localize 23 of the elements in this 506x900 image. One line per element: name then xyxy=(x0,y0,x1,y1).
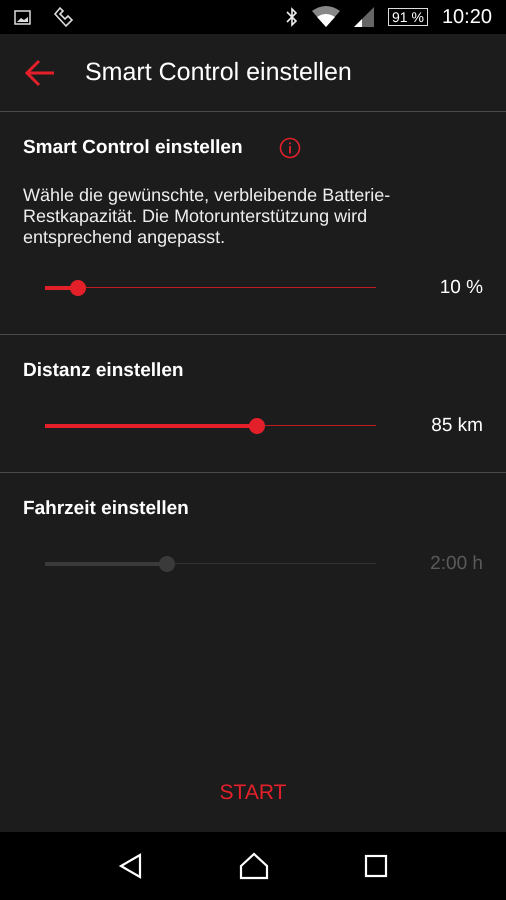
home-icon[interactable] xyxy=(238,852,269,880)
slider-thumb[interactable] xyxy=(248,418,265,434)
back-icon[interactable] xyxy=(118,853,144,879)
battery-indicator: 91 % xyxy=(388,8,428,26)
back-arrow-icon[interactable] xyxy=(24,58,56,86)
phone-icon xyxy=(51,5,75,29)
recents-icon[interactable] xyxy=(364,854,388,878)
signal-icon xyxy=(354,7,374,27)
slider-value: 10 % xyxy=(440,276,483,300)
slider-value: 2:00 h xyxy=(430,552,483,576)
section-title: Fahrzeit einstellen xyxy=(23,497,189,521)
section-title: Distanz einstellen xyxy=(23,359,184,383)
description-text: Wähle die gewünschte, verbleibende Batterie-Restkapazität. Die Motorunterstützung wird entsprechend angepasst. xyxy=(23,184,392,248)
slider-thumb[interactable] xyxy=(70,280,86,296)
toolbar-title: Smart Control einstellen xyxy=(85,56,352,88)
bluetooth-icon xyxy=(286,7,298,27)
image-icon xyxy=(14,10,31,24)
clock-time: 10:20 xyxy=(442,5,492,30)
info-icon[interactable] xyxy=(278,137,301,160)
start-button[interactable]: START xyxy=(204,772,302,812)
slider-value: 85 km xyxy=(431,414,483,438)
wifi-icon xyxy=(312,6,340,28)
section-title: Smart Control einstellen xyxy=(23,136,243,160)
